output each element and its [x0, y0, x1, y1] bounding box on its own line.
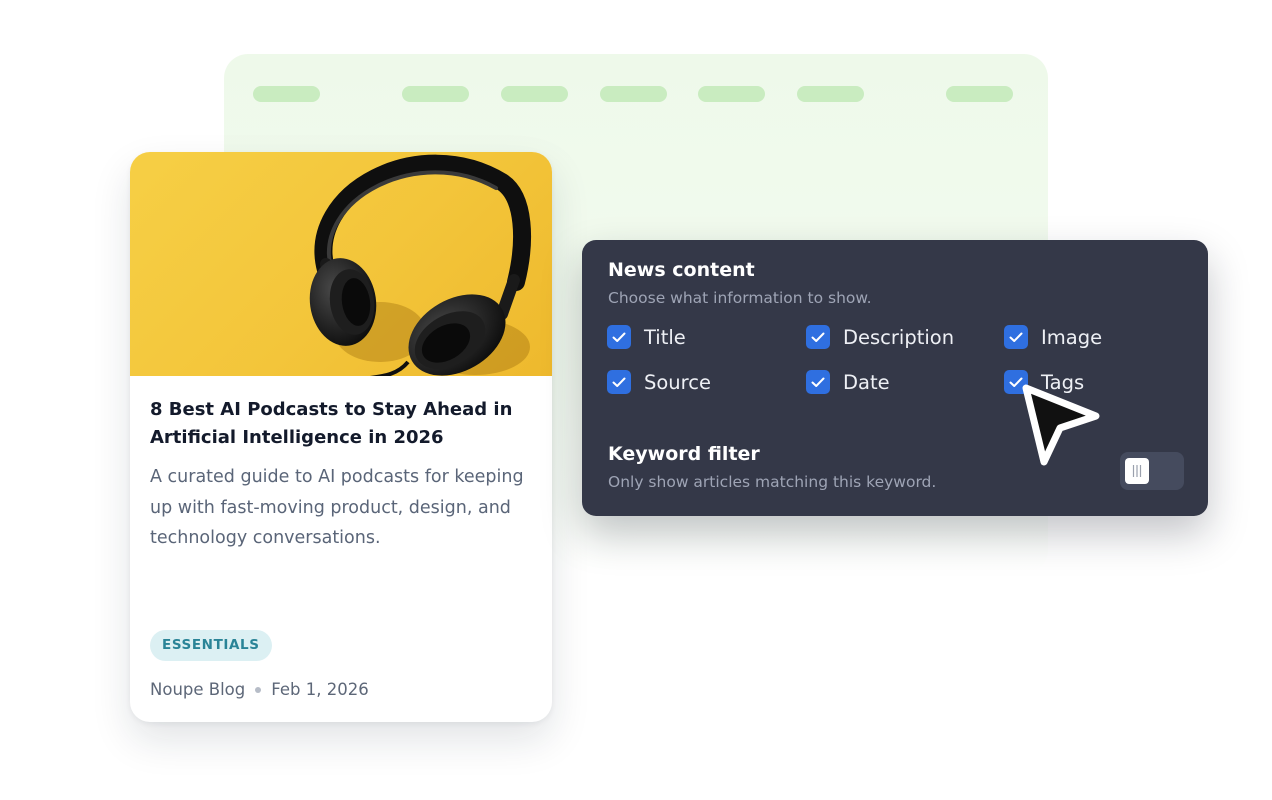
option-title[interactable]: Title [607, 324, 686, 350]
option-description[interactable]: Description [806, 324, 954, 350]
check-icon [811, 377, 825, 387]
check-icon [612, 332, 626, 342]
background-nav-pill [698, 86, 765, 102]
checkbox-image[interactable] [1004, 325, 1028, 349]
option-label: Description [843, 325, 955, 349]
article-meta: Noupe Blog Feb 1, 2026 [150, 680, 369, 699]
checkbox-description[interactable] [806, 325, 830, 349]
background-nav-pill [402, 86, 469, 102]
panel-title: News content [608, 259, 755, 281]
panel-subtitle: Choose what information to show. [608, 289, 872, 307]
separator-dot [255, 686, 262, 693]
check-icon [612, 377, 626, 387]
background-nav-pill [946, 86, 1013, 102]
mouse-pointer-icon [1022, 384, 1100, 466]
checkbox-title[interactable] [607, 325, 631, 349]
headphones-icon [309, 154, 532, 376]
keyword-filter-subtitle: Only show articles matching this keyword… [608, 473, 937, 491]
article-description: A curated guide to AI podcasts for keepi… [150, 467, 524, 548]
option-label: Image [1041, 325, 1103, 349]
background-nav-pill [501, 86, 568, 102]
grip-icon [1132, 465, 1142, 477]
article-title[interactable]: 8 Best AI Podcasts to Stay Ahead in Arti… [150, 396, 530, 452]
keyword-filter-toggle[interactable] [1120, 452, 1184, 490]
article-source: Noupe Blog [150, 680, 246, 699]
keyword-filter-title: Keyword filter [608, 443, 760, 465]
news-content-panel: News content Choose what information to … [582, 240, 1208, 516]
option-label: Title [644, 325, 686, 349]
article-tag-badge[interactable]: ESSENTIALS [150, 630, 272, 661]
option-label: Source [644, 370, 711, 394]
background-nav-pill [253, 86, 320, 102]
article-date: Feb 1, 2026 [271, 680, 369, 699]
background-nav-pill [600, 86, 667, 102]
checkbox-date[interactable] [806, 370, 830, 394]
article-image [130, 152, 552, 376]
option-source[interactable]: Source [607, 369, 711, 395]
option-label: Date [843, 370, 890, 394]
check-icon [811, 332, 825, 342]
option-date[interactable]: Date [806, 369, 890, 395]
toggle-knob[interactable] [1125, 458, 1149, 484]
article-card[interactable]: 8 Best AI Podcasts to Stay Ahead in Arti… [130, 152, 552, 722]
checkbox-source[interactable] [607, 370, 631, 394]
check-icon [1009, 332, 1023, 342]
option-image[interactable]: Image [1004, 324, 1102, 350]
background-nav-pill [797, 86, 864, 102]
